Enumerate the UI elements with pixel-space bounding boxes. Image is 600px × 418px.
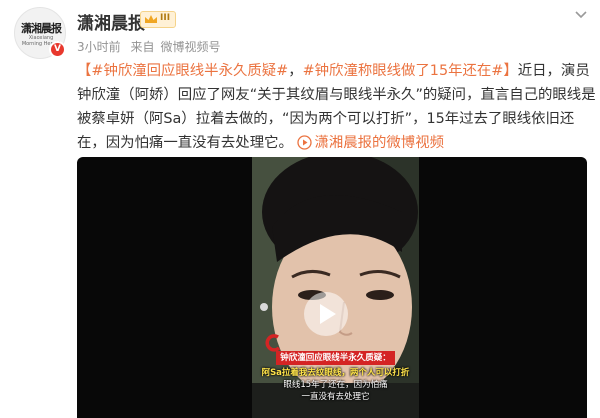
caption-title: 钟欣潼回应眼线半永久质疑： — [276, 351, 395, 365]
bracket-close: 】 — [503, 63, 518, 79]
caption-line: 阿Sa拉着我去纹眼线，两个人可以打折 — [261, 368, 410, 378]
post-time[interactable]: 3小时前 — [77, 40, 121, 54]
video-frame: 钟欣潼回应眼线半永久质疑： 阿Sa拉着我去纹眼线，两个人可以打折 眼线15年了还… — [252, 157, 419, 418]
separator: ， — [288, 63, 303, 79]
video-link-icon — [297, 135, 313, 150]
video-link-label: 潇湘晨报的微博视频 — [314, 135, 444, 151]
video-caption: 钟欣潼回应眼线半永久质疑： 阿Sa拉着我去纹眼线，两个人可以打折 眼线15年了还… — [252, 345, 419, 403]
source-prefix: 来自 — [130, 40, 155, 54]
play-button[interactable] — [304, 292, 348, 336]
caption-line: 一直没有去处理它 — [301, 392, 370, 402]
hashtag-link[interactable]: 【#钟欣潼回应眼线半永久质疑# — [77, 63, 288, 79]
account-name[interactable]: 潇湘晨报 — [77, 9, 145, 34]
crown-icon — [145, 15, 157, 23]
logo-text: 潇湘晨报 — [21, 22, 62, 35]
channel-mark-icon — [265, 334, 281, 352]
post-source[interactable]: 微博视频号 — [160, 40, 220, 54]
hashtag-link[interactable]: #钟欣潼称眼线做了15年还在# — [303, 63, 504, 79]
video-link[interactable]: 潇湘晨报的微博视频 — [297, 135, 444, 151]
play-icon — [320, 304, 336, 324]
post-meta: 3小时前 来自 微博视频号 — [77, 38, 227, 55]
vip-level: III — [160, 13, 171, 23]
vip-badge[interactable]: III — [140, 11, 176, 28]
caption-line: 眼线15年了还在，因为怕痛 — [283, 380, 388, 390]
chevron-down-icon[interactable] — [574, 10, 588, 20]
video-player[interactable]: 钟欣潼回应眼线半永久质疑： 阿Sa拉着我去纹眼线，两个人可以打折 眼线15年了还… — [77, 157, 587, 418]
post-text: 【#钟欣潼回应眼线半永久质疑#，#钟欣潼称眼线做了15年还在#】近日，演员钟欣潼… — [77, 59, 599, 155]
verified-badge: V — [49, 41, 66, 58]
